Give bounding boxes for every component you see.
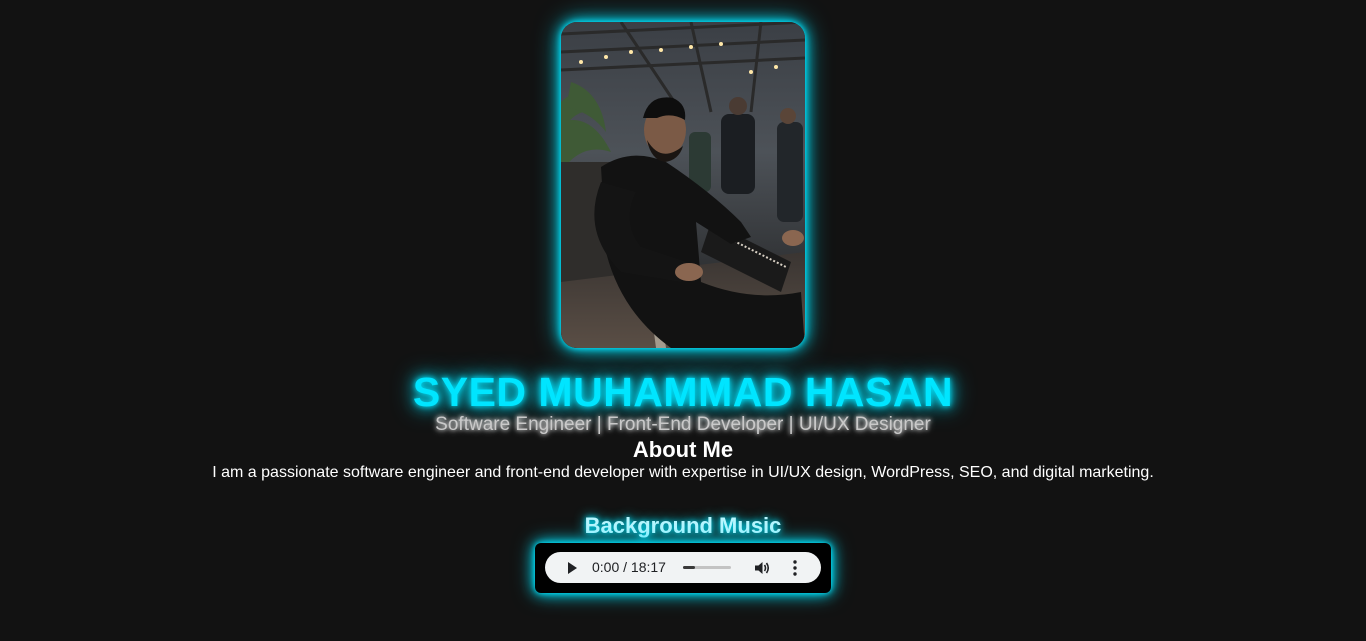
volume-icon[interactable] [753,559,771,577]
audio-player[interactable]: 0:00 / 18:17 [545,552,821,583]
audio-time-display: 0:00 / 18:17 [592,559,666,575]
audio-progress-slider[interactable] [683,566,731,569]
about-description: I am a passionate software engineer and … [212,464,1154,481]
profile-subtitle: Software Engineer | Front-End Developer … [435,414,931,435]
page: SYED MUHAMMAD HASAN Software Engineer | … [0,0,1366,641]
more-vertical-icon[interactable] [791,559,799,577]
about-heading: About Me [632,437,734,462]
profile-photo [561,22,805,348]
profile-name: SYED MUHAMMAD HASAN [412,369,954,415]
music-heading: Background Music [584,513,782,538]
profile-photo-image [561,22,805,348]
audio-player-container: 0:00 / 18:17 [535,543,831,593]
play-icon[interactable] [565,561,579,575]
audio-progress-fill [683,566,695,569]
